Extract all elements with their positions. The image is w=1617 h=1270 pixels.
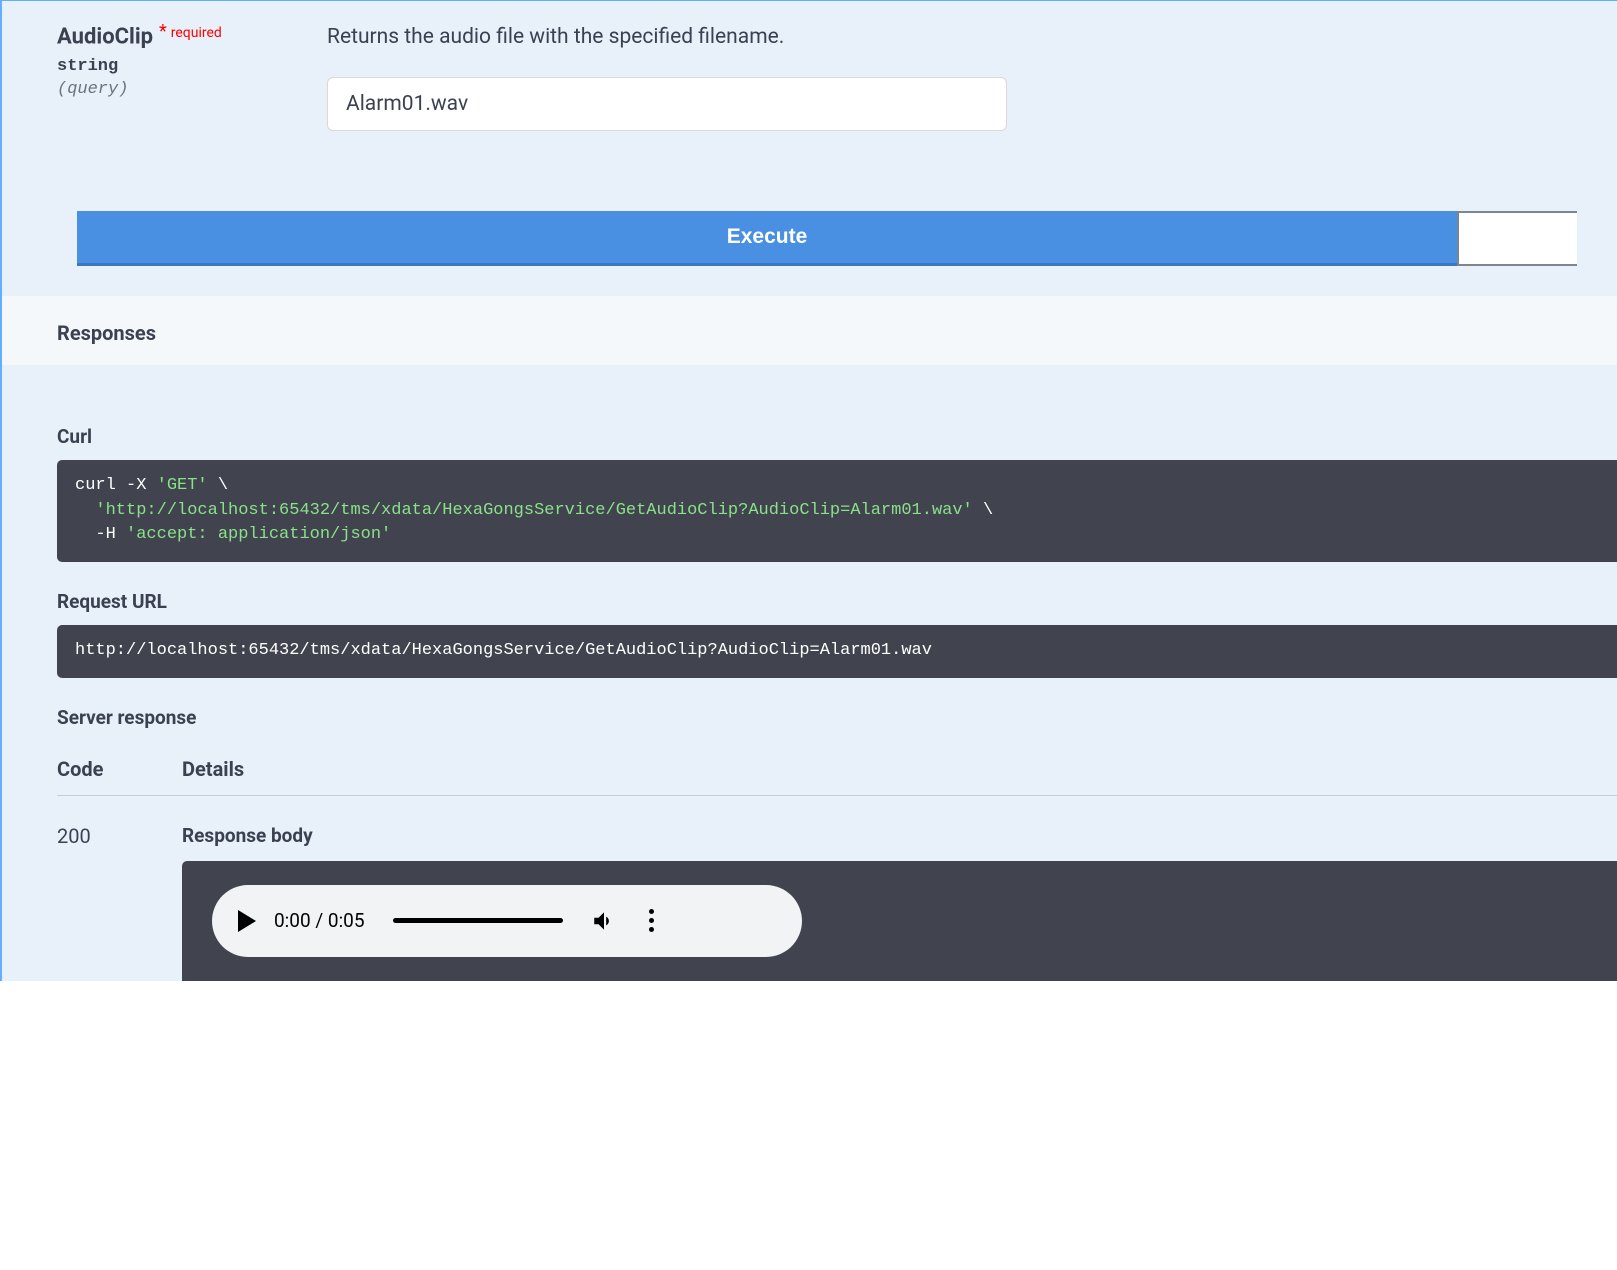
parameter-description: Returns the audio file with the specifie… (327, 25, 1577, 49)
code-column-header: Code (57, 757, 182, 781)
audio-player: 0:00 / 0:05 (212, 885, 802, 957)
curl-slash2: \ (973, 501, 993, 520)
parameter-location: (query) (57, 80, 287, 99)
api-operation-panel: AudioClip * required string (query) Retu… (0, 0, 1617, 981)
parameter-type: string (57, 57, 287, 76)
server-response-label: Server response (57, 706, 1617, 729)
clear-button[interactable] (1457, 211, 1577, 266)
parameter-input[interactable] (327, 77, 1007, 131)
execute-button[interactable]: Execute (77, 211, 1457, 266)
audio-menu-icon[interactable] (643, 903, 660, 938)
response-body-label: Response body (182, 824, 1617, 847)
parameter-row: AudioClip * required string (query) Retu… (57, 21, 1577, 131)
request-url-value: http://localhost:65432/tms/xdata/HexaGon… (75, 641, 932, 660)
response-table-header: Code Details (57, 757, 1617, 796)
curl-header: 'accept: application/json' (126, 525, 391, 544)
curl-code-block: curl -X 'GET' \ 'http://localhost:65432/… (57, 460, 1617, 562)
parameter-name: AudioClip (57, 24, 153, 49)
curl-url: 'http://localhost:65432/tms/xdata/HexaGo… (95, 501, 972, 520)
responses-heading: Responses (57, 321, 1562, 345)
required-label: required (171, 25, 222, 41)
action-buttons-row: Execute (77, 211, 1577, 266)
responses-body: Curl curl -X 'GET' \ 'http://localhost:6… (2, 365, 1617, 981)
request-url-block: http://localhost:65432/tms/xdata/HexaGon… (57, 625, 1617, 678)
response-row: 200 Response body 0:00 / 0:05 (57, 796, 1617, 981)
play-icon[interactable] (238, 910, 256, 932)
curl-method: 'GET' (157, 476, 208, 495)
required-star-icon: * (159, 21, 167, 42)
curl-text: curl -X (75, 476, 157, 495)
curl-h-flag: -H (75, 525, 126, 544)
volume-icon[interactable] (591, 908, 617, 934)
request-url-label: Request URL (57, 590, 1617, 613)
curl-label: Curl (57, 425, 1617, 448)
parameters-section: AudioClip * required string (query) Retu… (2, 1, 1617, 296)
response-body-block: 0:00 / 0:05 (182, 861, 1617, 981)
audio-progress-bar[interactable] (393, 918, 563, 923)
responses-header: Responses (2, 296, 1617, 365)
response-code: 200 (57, 824, 182, 981)
response-details: Response body 0:00 / 0:05 (182, 824, 1617, 981)
curl-slash: \ (208, 476, 228, 495)
details-column-header: Details (182, 757, 1617, 781)
parameter-meta: AudioClip * required string (query) (57, 21, 287, 131)
parameter-controls: Returns the audio file with the specifie… (327, 21, 1577, 131)
audio-time: 0:00 / 0:05 (274, 909, 365, 932)
